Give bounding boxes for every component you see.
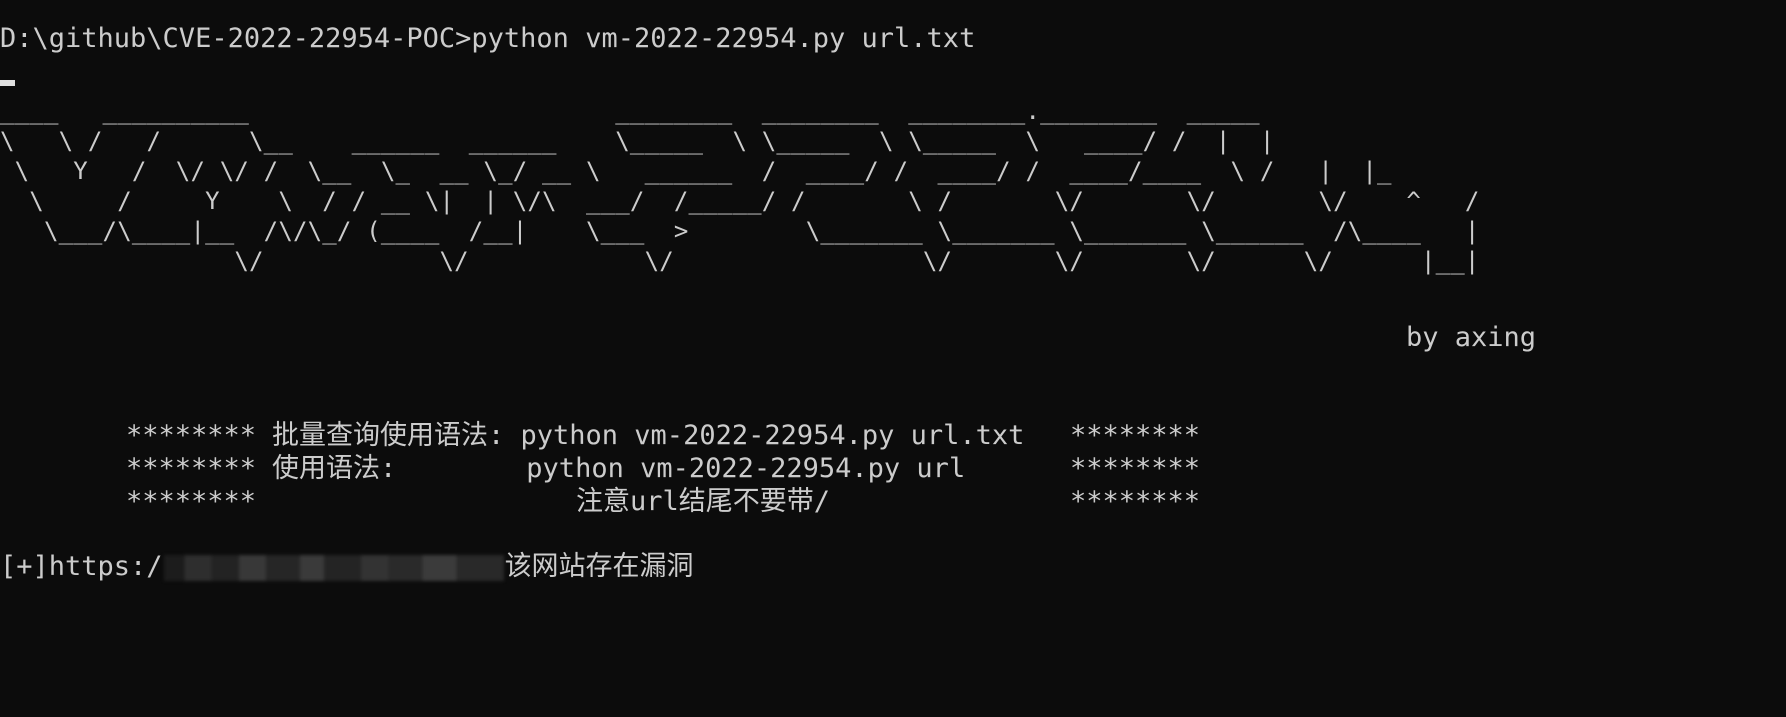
result-line: [+]https:/ 该网站存在漏洞 [0,550,694,583]
usage-stars-right: ******** [1070,453,1201,484]
usage-stars-left: ******** [126,420,257,451]
usage-text: 使用语法: python vm-2022-22954.py url [272,453,966,484]
usage-stars-left: ******** [126,453,257,484]
redacted-url-blur [163,554,504,581]
command-prompt-line: D:\github\CVE-2022-22954-POC>python vm-2… [0,23,976,54]
ascii-art-banner: ____ __________ ________ ________ ______… [0,97,1480,275]
author-credit: by axing [1406,322,1537,353]
text-cursor [0,80,15,86]
result-prefix: [+]https:/ [0,551,163,582]
usage-stars-right: ******** [1070,420,1201,451]
usage-stars-right: ******** [1070,486,1201,517]
result-message: 该网站存在漏洞 [504,551,694,582]
usage-text: 注意url结尾不要带/ [576,486,831,517]
usage-stars-left: ******** [126,486,257,517]
usage-text: 批量查询使用语法: python vm-2022-22954.py url.tx… [272,420,1025,451]
